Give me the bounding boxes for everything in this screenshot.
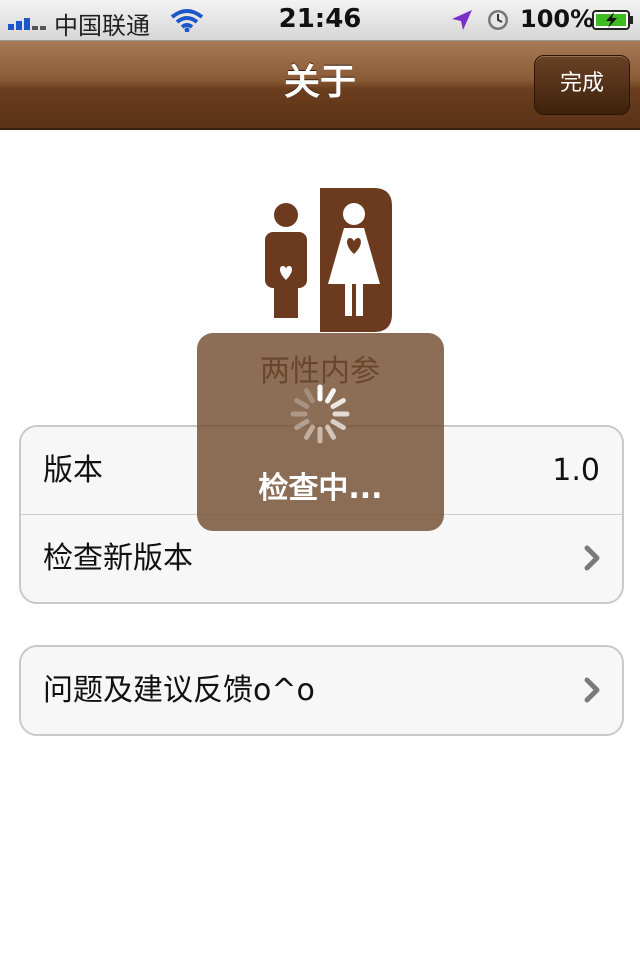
feedback-label: 问题及建议反馈o^o [43,673,315,708]
location-icon [452,10,472,30]
check-update-label: 检查新版本 [43,541,193,576]
chevron-right-icon [584,677,600,703]
feedback-row[interactable]: 问题及建议反馈o^o [21,647,622,734]
battery-percent: 100% [520,5,595,33]
navigation-bar: 关于 完成 [0,41,640,130]
feedback-section: 问题及建议反馈o^o [19,645,624,736]
spinner-icon [290,384,350,444]
version-label: 版本 [43,453,103,488]
app-logo-icon [248,188,392,332]
version-value: 1.0 [552,453,600,488]
alarm-icon [488,10,508,30]
loading-hud: 检查中... [197,333,444,531]
status-bar: 中国联通 21:46 100% [0,0,640,41]
chevron-right-icon [584,545,600,571]
loading-text: 检查中... [258,471,383,506]
done-button[interactable]: 完成 [534,55,630,115]
battery-charging-icon [592,10,633,30]
